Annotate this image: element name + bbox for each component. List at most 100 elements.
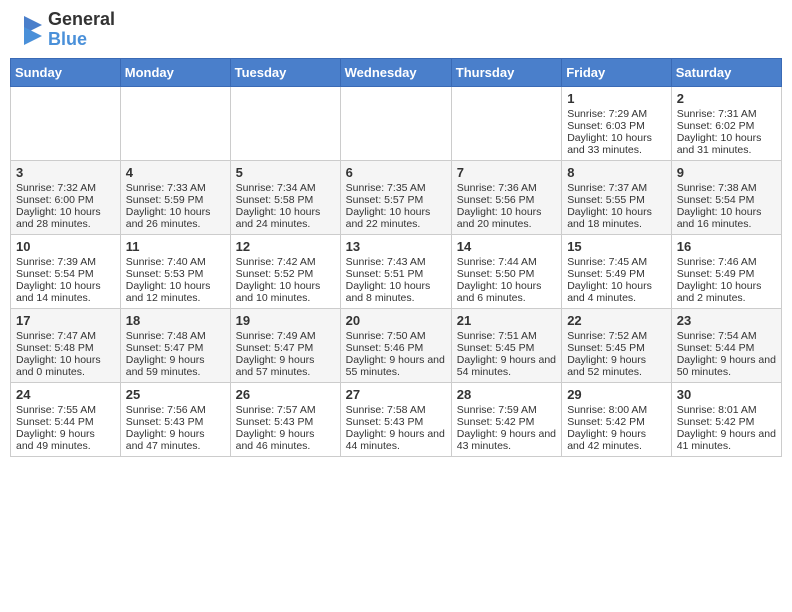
daylight-info: Daylight: 10 hours and 16 minutes. bbox=[677, 206, 776, 230]
calendar-cell: 9 Sunrise: 7:38 AMSunset: 5:54 PMDaylight… bbox=[671, 160, 781, 234]
daylight-info: Daylight: 10 hours and 14 minutes. bbox=[16, 280, 115, 304]
daylight-info: Daylight: 9 hours and 52 minutes. bbox=[567, 354, 666, 378]
daylight-info: Daylight: 9 hours and 44 minutes. bbox=[346, 428, 446, 452]
sunrise-info: Sunrise: 7:52 AM bbox=[567, 330, 666, 342]
day-number: 10 bbox=[16, 239, 115, 254]
day-number: 9 bbox=[677, 165, 776, 180]
day-number: 3 bbox=[16, 165, 115, 180]
day-number: 17 bbox=[16, 313, 115, 328]
calendar-cell: 1Sunrise: 7:29 AMSunset: 6:03 PMDaylight… bbox=[562, 86, 672, 160]
logo-text-block: GeneralBlue bbox=[48, 10, 115, 50]
day-number: 14 bbox=[457, 239, 556, 254]
daylight-info: Daylight: 9 hours and 50 minutes. bbox=[677, 354, 776, 378]
sunset-info: Sunset: 5:55 PM bbox=[567, 194, 666, 206]
sunrise-info: Sunrise: 8:00 AM bbox=[567, 404, 666, 416]
calendar-cell bbox=[11, 86, 121, 160]
sunrise-info: Sunrise: 8:01 AM bbox=[677, 404, 776, 416]
daylight-info: Daylight: 10 hours and 28 minutes. bbox=[16, 206, 115, 230]
page-header: GeneralBlue bbox=[10, 10, 782, 50]
sunrise-info: Sunrise: 7:32 AM bbox=[16, 182, 115, 194]
logo-general-label: General bbox=[48, 10, 115, 30]
daylight-info: Daylight: 10 hours and 26 minutes. bbox=[126, 206, 225, 230]
sunset-info: Sunset: 5:58 PM bbox=[236, 194, 335, 206]
daylight-info: Daylight: 9 hours and 49 minutes. bbox=[16, 428, 115, 452]
sunrise-info: Sunrise: 7:50 AM bbox=[346, 330, 446, 342]
day-number: 29 bbox=[567, 387, 666, 402]
calendar-cell: 15Sunrise: 7:45 AMSunset: 5:49 PMDayligh… bbox=[562, 234, 672, 308]
sunrise-info: Sunrise: 7:39 AM bbox=[16, 256, 115, 268]
daylight-info: Daylight: 10 hours and 18 minutes. bbox=[567, 206, 666, 230]
sunrise-info: Sunrise: 7:48 AM bbox=[126, 330, 225, 342]
calendar-cell: 23Sunrise: 7:54 AMSunset: 5:44 PMDayligh… bbox=[671, 308, 781, 382]
sunrise-info: Sunrise: 7:45 AM bbox=[567, 256, 666, 268]
sunset-info: Sunset: 5:53 PM bbox=[126, 268, 225, 280]
sunrise-info: Sunrise: 7:47 AM bbox=[16, 330, 115, 342]
daylight-info: Daylight: 10 hours and 12 minutes. bbox=[126, 280, 225, 304]
daylight-info: Daylight: 10 hours and 31 minutes. bbox=[677, 132, 776, 156]
day-number: 8 bbox=[567, 165, 666, 180]
daylight-info: Daylight: 9 hours and 41 minutes. bbox=[677, 428, 776, 452]
sunrise-info: Sunrise: 7:54 AM bbox=[677, 330, 776, 342]
week-row-5: 24Sunrise: 7:55 AMSunset: 5:44 PMDayligh… bbox=[11, 382, 782, 456]
weekday-header-saturday: Saturday bbox=[671, 58, 781, 86]
calendar-cell: 22Sunrise: 7:52 AMSunset: 5:45 PMDayligh… bbox=[562, 308, 672, 382]
sunset-info: Sunset: 5:45 PM bbox=[567, 342, 666, 354]
sunset-info: Sunset: 5:48 PM bbox=[16, 342, 115, 354]
daylight-info: Daylight: 10 hours and 10 minutes. bbox=[236, 280, 335, 304]
daylight-info: Daylight: 9 hours and 42 minutes. bbox=[567, 428, 666, 452]
sunrise-info: Sunrise: 7:38 AM bbox=[677, 182, 776, 194]
daylight-info: Daylight: 9 hours and 59 minutes. bbox=[126, 354, 225, 378]
day-number: 28 bbox=[457, 387, 556, 402]
daylight-info: Daylight: 9 hours and 47 minutes. bbox=[126, 428, 225, 452]
sunset-info: Sunset: 5:54 PM bbox=[677, 194, 776, 206]
weekday-header-tuesday: Tuesday bbox=[230, 58, 340, 86]
sunset-info: Sunset: 5:47 PM bbox=[236, 342, 335, 354]
calendar-cell bbox=[120, 86, 230, 160]
calendar-cell: 12Sunrise: 7:42 AMSunset: 5:52 PMDayligh… bbox=[230, 234, 340, 308]
calendar-cell bbox=[230, 86, 340, 160]
sunrise-info: Sunrise: 7:59 AM bbox=[457, 404, 556, 416]
day-number: 11 bbox=[126, 239, 225, 254]
day-number: 30 bbox=[677, 387, 776, 402]
calendar-cell: 17 Sunrise: 7:47 AMSunset: 5:48 PMDayligh… bbox=[11, 308, 121, 382]
weekday-header-row: SundayMondayTuesdayWednesdayThursdayFrid… bbox=[11, 58, 782, 86]
sunrise-info: Sunrise: 7:56 AM bbox=[126, 404, 225, 416]
calendar-cell: 2Sunrise: 7:31 AMSunset: 6:02 PMDaylight… bbox=[671, 86, 781, 160]
calendar-cell: 20Sunrise: 7:50 AMSunset: 5:46 PMDayligh… bbox=[340, 308, 451, 382]
sunrise-info: Sunrise: 7:29 AM bbox=[567, 108, 666, 120]
logo-svg-icon bbox=[14, 11, 44, 49]
daylight-info: Daylight: 10 hours and 33 minutes. bbox=[567, 132, 666, 156]
week-row-1: 1Sunrise: 7:29 AMSunset: 6:03 PMDaylight… bbox=[11, 86, 782, 160]
sunrise-info: Sunrise: 7:44 AM bbox=[457, 256, 556, 268]
sunrise-info: Sunrise: 7:58 AM bbox=[346, 404, 446, 416]
weekday-header-sunday: Sunday bbox=[11, 58, 121, 86]
calendar-cell: 25Sunrise: 7:56 AMSunset: 5:43 PMDayligh… bbox=[120, 382, 230, 456]
sunrise-info: Sunrise: 7:49 AM bbox=[236, 330, 335, 342]
week-row-4: 17Sunrise: 7:47 AMSunset: 5:48 PMDayligh… bbox=[11, 308, 782, 382]
calendar-cell: 26Sunrise: 7:57 AMSunset: 5:43 PMDayligh… bbox=[230, 382, 340, 456]
day-number: 15 bbox=[567, 239, 666, 254]
sunset-info: Sunset: 6:03 PM bbox=[567, 120, 666, 132]
sunset-info: Sunset: 5:42 PM bbox=[567, 416, 666, 428]
day-number: 24 bbox=[16, 387, 115, 402]
sunrise-info: Sunrise: 7:34 AM bbox=[236, 182, 335, 194]
calendar-cell: 21Sunrise: 7:51 AMSunset: 5:45 PMDayligh… bbox=[451, 308, 561, 382]
calendar-cell: 14Sunrise: 7:44 AMSunset: 5:50 PMDayligh… bbox=[451, 234, 561, 308]
day-number: 13 bbox=[346, 239, 446, 254]
daylight-info: Daylight: 9 hours and 57 minutes. bbox=[236, 354, 335, 378]
day-number: 23 bbox=[677, 313, 776, 328]
day-number: 7 bbox=[457, 165, 556, 180]
sunset-info: Sunset: 5:51 PM bbox=[346, 268, 446, 280]
calendar-cell: 6Sunrise: 7:35 AMSunset: 5:57 PMDaylight… bbox=[340, 160, 451, 234]
sunset-info: Sunset: 5:46 PM bbox=[346, 342, 446, 354]
day-number: 20 bbox=[346, 313, 446, 328]
sunset-info: Sunset: 5:49 PM bbox=[677, 268, 776, 280]
calendar-cell: 13Sunrise: 7:43 AMSunset: 5:51 PMDayligh… bbox=[340, 234, 451, 308]
sunset-info: Sunset: 5:42 PM bbox=[457, 416, 556, 428]
daylight-info: Daylight: 10 hours and 22 minutes. bbox=[346, 206, 446, 230]
daylight-info: Daylight: 10 hours and 0 minutes. bbox=[16, 354, 115, 378]
sunrise-info: Sunrise: 7:46 AM bbox=[677, 256, 776, 268]
weekday-header-wednesday: Wednesday bbox=[340, 58, 451, 86]
calendar-cell: 28Sunrise: 7:59 AMSunset: 5:42 PMDayligh… bbox=[451, 382, 561, 456]
daylight-info: Daylight: 10 hours and 2 minutes. bbox=[677, 280, 776, 304]
